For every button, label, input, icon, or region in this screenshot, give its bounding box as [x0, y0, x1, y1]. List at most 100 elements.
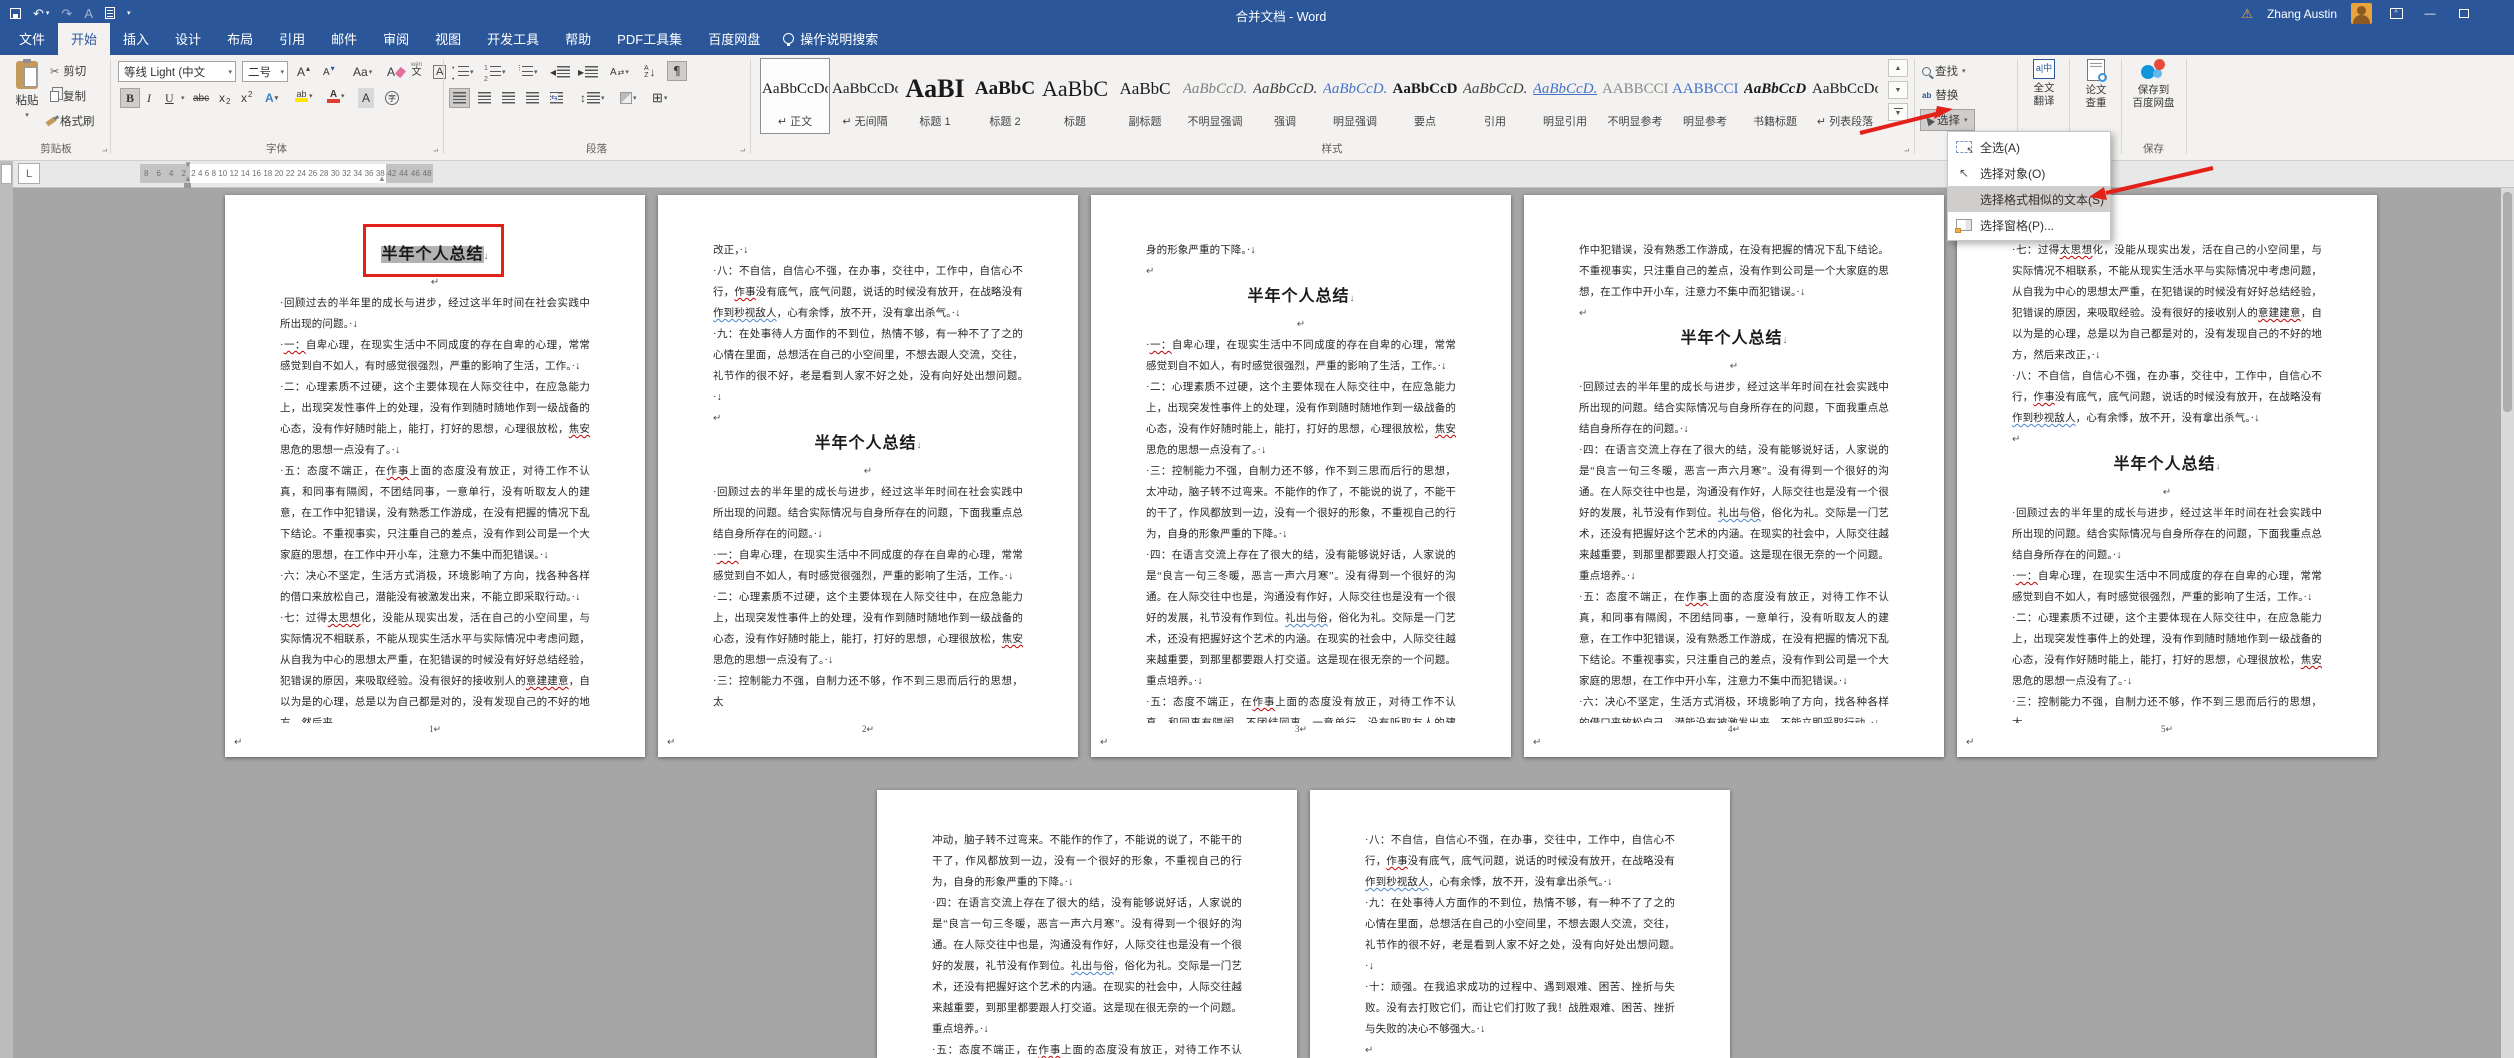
- style-item-1[interactable]: AaBbCcDc↵ 无间隔: [830, 58, 900, 134]
- subscript-button[interactable]: x2: [216, 88, 233, 108]
- grow-font-button[interactable]: A▴: [294, 62, 313, 82]
- ribbon-tab-5[interactable]: 引用: [266, 23, 318, 55]
- gallery-more-button[interactable]: ▼: [1888, 103, 1908, 121]
- align-center-button[interactable]: [475, 88, 494, 108]
- ribbon-tab-7[interactable]: 审阅: [370, 23, 422, 55]
- style-item-13[interactable]: AABBCCDI明显参考: [1670, 58, 1740, 134]
- text-effects-button[interactable]: A▾: [262, 88, 281, 108]
- style-item-3[interactable]: AaBbC标题 2: [970, 58, 1040, 134]
- paragraph-dialog-launcher[interactable]: ⌐: [740, 146, 745, 156]
- numbering-button[interactable]: 12▾: [481, 62, 509, 82]
- menu-item-3[interactable]: 选择窗格(P)...: [1948, 212, 2110, 238]
- font-name-combo[interactable]: 等线 Light (中文▾: [118, 61, 236, 82]
- replace-button[interactable]: ab替换: [1922, 87, 1958, 103]
- minimize-button[interactable]: —: [2420, 5, 2440, 23]
- ribbon-tab-10[interactable]: 帮助: [552, 23, 604, 55]
- ribbon-tab-0[interactable]: 文件: [6, 23, 58, 55]
- paste-button[interactable]: 粘贴 ▾: [6, 59, 48, 141]
- menu-item-1[interactable]: 选择对象(O): [1948, 160, 2110, 186]
- font-tool-button[interactable]: A: [84, 7, 93, 20]
- ribbon-tab-1[interactable]: 开始: [58, 23, 110, 55]
- style-item-15[interactable]: AaBbCcDc↵ 列表段落: [1810, 58, 1880, 134]
- page-2[interactable]: 改正，·↓·八：不自信，自信心不强，在办事，交往中，工作中，自信心不行，作事没有…: [658, 195, 1078, 757]
- underline-button[interactable]: U: [162, 88, 177, 108]
- multilevel-list-button[interactable]: ⋮▾: [513, 62, 541, 82]
- select-button[interactable]: 选择▾: [1920, 109, 1975, 131]
- italic-button[interactable]: I: [144, 88, 154, 108]
- account-name[interactable]: Zhang Austin: [2267, 7, 2337, 21]
- avatar[interactable]: [2351, 3, 2372, 24]
- style-item-9[interactable]: AaBbCcD要点: [1390, 58, 1460, 134]
- distributed-button[interactable]: [547, 88, 566, 108]
- sort-button[interactable]: AZ↓: [641, 62, 659, 82]
- clipboard-dialog-launcher[interactable]: ⌐: [102, 146, 107, 156]
- ribbon-tab-2[interactable]: 插入: [110, 23, 162, 55]
- scrollbar-thumb[interactable]: [2503, 192, 2512, 412]
- bold-button[interactable]: B: [120, 88, 140, 108]
- style-item-10[interactable]: AaBbCcD.引用: [1460, 58, 1530, 134]
- style-item-11[interactable]: AaBbCcD.明显引用: [1530, 58, 1600, 134]
- font-color-button[interactable]: A▾: [324, 86, 348, 106]
- menu-item-2[interactable]: 选择格式相似的文本(S): [1948, 186, 2110, 212]
- ribbon-tab-11[interactable]: PDF工具集: [604, 23, 695, 55]
- page-6[interactable]: 冲动，脑子转不过弯来。不能作的作了，不能说的说了，不能干的干了，作风都放到一边，…: [877, 790, 1297, 1058]
- right-indent-marker[interactable]: ▲: [378, 175, 386, 183]
- styles-dialog-launcher[interactable]: ⌐: [1904, 146, 1909, 156]
- paper-check-button[interactable]: 论文查重: [2075, 59, 2117, 110]
- page-1[interactable]: 半年个人总结↓↵·回顾过去的半年里的成长与进步，经过这半年时间在社会实践中所出现…: [225, 195, 645, 757]
- line-spacing-button[interactable]: ↕▾: [577, 88, 608, 108]
- style-item-5[interactable]: AaBbC副标题: [1110, 58, 1180, 134]
- increase-indent-button[interactable]: ▸: [575, 62, 601, 82]
- gallery-scroll-up-button[interactable]: ▲: [1888, 59, 1908, 77]
- customize-qat-button[interactable]: ▾: [127, 10, 131, 17]
- cut-button[interactable]: ✂剪切: [50, 63, 86, 79]
- borders-button[interactable]: ⊞▾: [649, 88, 670, 108]
- show-marks-button[interactable]: ¶: [667, 61, 687, 81]
- undo-button[interactable]: ↶▾: [33, 7, 49, 20]
- tell-me-search[interactable]: 操作说明搜索: [773, 23, 888, 55]
- decrease-indent-button[interactable]: ◂: [547, 62, 573, 82]
- maximize-button[interactable]: [2454, 5, 2474, 23]
- format-painter-button[interactable]: 格式刷: [46, 113, 95, 129]
- align-right-button[interactable]: [499, 88, 518, 108]
- style-item-7[interactable]: AaBbCcD.强调: [1250, 58, 1320, 134]
- style-item-12[interactable]: AABBCCDI不明显参考: [1600, 58, 1670, 134]
- find-button[interactable]: 查找▾: [1922, 63, 1966, 79]
- hanging-indent-marker[interactable]: ▲: [184, 175, 192, 183]
- shrink-font-button[interactable]: A▾: [320, 62, 338, 82]
- ribbon-tab-8[interactable]: 视图: [422, 23, 474, 55]
- change-case-button[interactable]: Aa▾: [350, 62, 375, 82]
- clear-formatting-button[interactable]: A: [384, 62, 407, 82]
- asian-layout-button[interactable]: A⇄▾: [607, 62, 632, 82]
- style-item-4[interactable]: AaBbC标题: [1040, 58, 1110, 134]
- full-text-translate-button[interactable]: a|中 全文翻译: [2023, 59, 2065, 108]
- page-5[interactable]: ·七：过得太思想化，没能从现实出发，活在自己的小空间里，与实际情况不相联系，不能…: [1957, 195, 2377, 757]
- style-item-0[interactable]: AaBbCcDc↵ 正文: [760, 58, 830, 134]
- vertical-scrollbar[interactable]: [2501, 188, 2514, 1058]
- style-item-14[interactable]: AaBbCcD书籍标题: [1740, 58, 1810, 134]
- ribbon-tab-3[interactable]: 设计: [162, 23, 214, 55]
- redo-button[interactable]: ↷: [61, 7, 72, 20]
- superscript-button[interactable]: x2: [238, 88, 255, 108]
- font-size-combo[interactable]: 二号▾: [242, 61, 288, 82]
- style-item-2[interactable]: AaBI标题 1: [900, 58, 970, 134]
- font-dialog-launcher[interactable]: ⌐: [433, 146, 438, 156]
- enclose-characters-button[interactable]: 字: [382, 88, 402, 108]
- page-7[interactable]: ·八：不自信，自信心不强，在办事，交往中，工作中，自信心不行，作事没有底气，底气…: [1310, 790, 1730, 1058]
- shading-button[interactable]: ▾: [617, 88, 640, 108]
- page-3[interactable]: 身的形象严重的下降。·↓↵半年个人总结↓↵·一：自卑心理，在现实生活中不同成度的…: [1091, 195, 1511, 757]
- copy-button[interactable]: 复制: [50, 88, 86, 104]
- page-4[interactable]: 作中犯错误，没有熟悉工作游成，在没有把握的情况下乱下结论。不重视事实，只注重自己…: [1524, 195, 1944, 757]
- style-item-8[interactable]: AaBbCcD.明显强调: [1320, 58, 1390, 134]
- style-item-6[interactable]: AaBbCcD.不明显强调: [1180, 58, 1250, 134]
- ribbon-tab-9[interactable]: 开发工具: [474, 23, 552, 55]
- tab-stop-selector[interactable]: L: [18, 163, 40, 184]
- strikethrough-button[interactable]: abc: [190, 88, 212, 108]
- save-button[interactable]: [10, 8, 21, 19]
- ribbon-tab-4[interactable]: 布局: [214, 23, 266, 55]
- align-left-button[interactable]: [449, 88, 470, 108]
- character-shading-button[interactable]: A: [358, 88, 374, 108]
- first-line-indent-marker[interactable]: ▼: [184, 161, 192, 169]
- ribbon-display-options-button[interactable]: ^: [2386, 5, 2406, 23]
- ribbon-tab-6[interactable]: 邮件: [318, 23, 370, 55]
